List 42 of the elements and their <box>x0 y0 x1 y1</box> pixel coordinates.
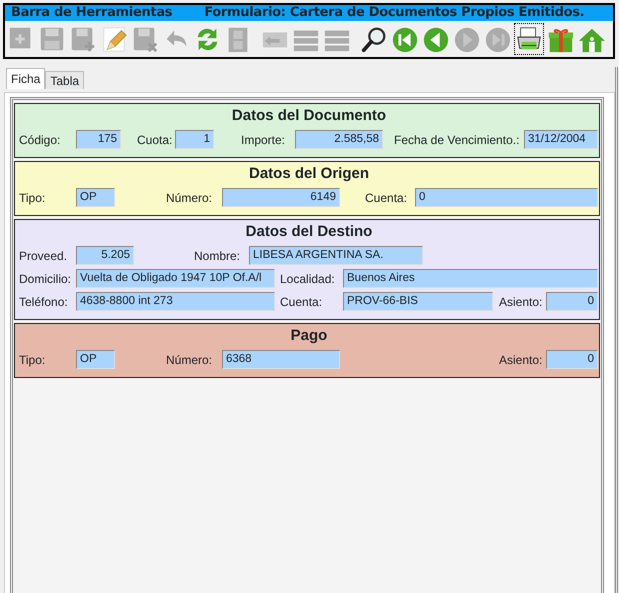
section-title: Datos del Documento <box>230 106 388 126</box>
input-field[interactable]: 6368 <box>222 350 340 369</box>
field-label: Cuenta: <box>365 190 408 206</box>
input-field[interactable]: 4638-8800 int 273 <box>76 292 275 311</box>
input-field[interactable]: 6149 <box>222 188 340 207</box>
input-field[interactable]: 0 <box>415 188 598 207</box>
input-field[interactable]: 2.585,58 <box>295 130 383 149</box>
input-field[interactable]: Buenos Aires <box>343 269 598 288</box>
field-label: Fecha de Vencimiento.: <box>394 132 520 148</box>
input-field[interactable]: 5.205 <box>76 246 134 265</box>
field-label: Domicilio: <box>19 270 72 288</box>
field-label: Cuenta: <box>280 294 324 310</box>
field-label: Número: <box>166 190 214 206</box>
field-label: Teléfono: <box>19 294 69 310</box>
field-label: Número: <box>166 352 214 368</box>
field-label: Importe: <box>241 132 286 148</box>
section-title: Pago <box>290 326 328 346</box>
input-field[interactable]: 0 <box>546 292 598 311</box>
input-field[interactable]: OP <box>76 350 115 369</box>
input-field[interactable]: Vuelta de Obligado 1947 10P Of.A/l <box>76 269 275 288</box>
section-title: Datos del Destino <box>244 222 374 242</box>
input-field[interactable]: 175 <box>76 130 121 149</box>
toolbar-title: Barra de Herramientas <box>11 4 172 22</box>
field-label: Código: <box>19 132 62 148</box>
section-title: Datos del Origen <box>248 164 370 184</box>
field-label: Tipo: <box>19 190 46 206</box>
field-label: Cuota: <box>137 132 174 148</box>
tab[interactable]: Tabla <box>45 71 84 89</box>
input-field[interactable]: PROV-66-BIS <box>343 292 493 311</box>
input-field[interactable]: 0 <box>546 350 598 369</box>
form-title: Formulario: Cartera de Documentos Propios Emitidos. <box>204 4 584 22</box>
field-label: Tipo: <box>19 352 46 368</box>
field-label: Asiento: <box>499 352 544 368</box>
field-label: Asiento: <box>499 294 544 310</box>
tab[interactable]: Ficha <box>6 68 46 89</box>
field-label: Nombre: <box>194 248 242 264</box>
field-label: Proveed. <box>19 248 68 264</box>
input-field[interactable]: 31/12/2004 <box>524 130 598 149</box>
input-field[interactable]: 1 <box>175 130 214 149</box>
input-field[interactable]: OP <box>76 188 115 207</box>
input-field[interactable]: LIBESA ARGENTINA SA. <box>249 246 423 265</box>
field-label: Localidad: <box>280 270 336 288</box>
